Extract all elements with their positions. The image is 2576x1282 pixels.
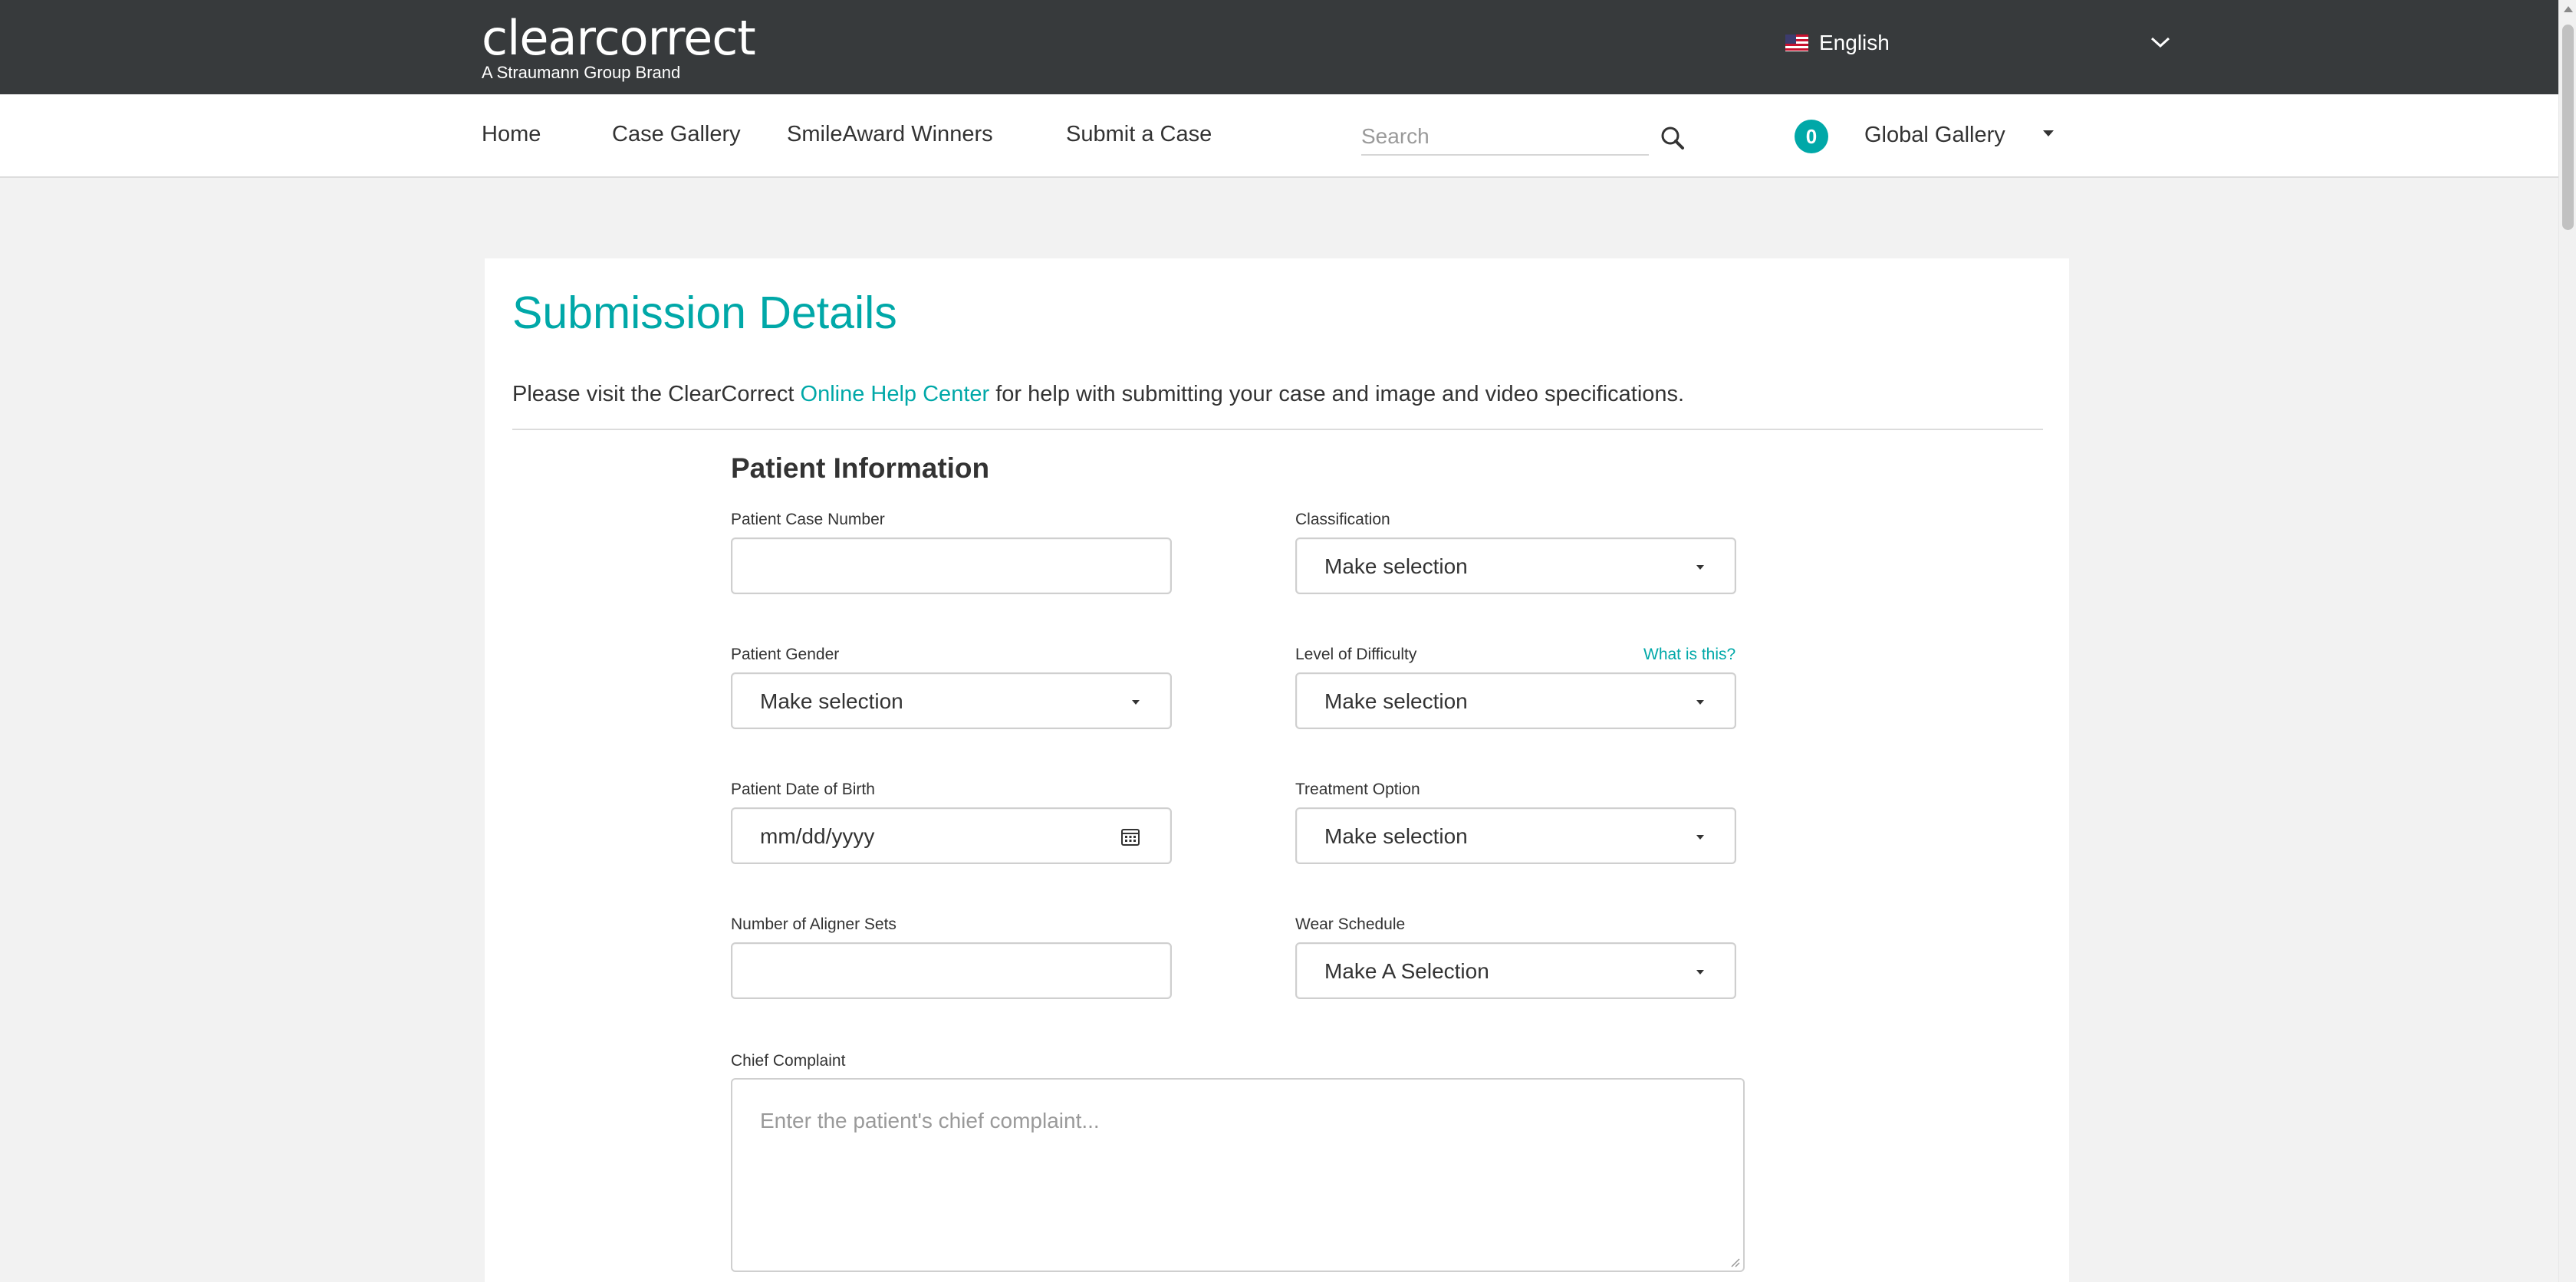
aligner-sets-input[interactable] [732,944,1170,998]
difficulty-value: Make selection [1324,689,1468,713]
search-input[interactable] [1361,122,1637,151]
case-number-field [731,537,1172,594]
classification-select[interactable]: Make selection [1295,537,1736,594]
difficulty-select[interactable]: Make selection [1295,672,1736,729]
main-nav: Home Case Gallery SmileAward Winners Sub… [0,94,2558,178]
scroll-thumb[interactable] [2562,25,2574,230]
case-number-input[interactable] [732,539,1170,593]
aligner-sets-label: Number of Aligner Sets [731,915,897,933]
wear-schedule-label: Wear Schedule [1295,915,1406,933]
chevron-down-icon[interactable] [2147,31,2173,54]
nav-submit-a-case[interactable]: Submit a Case [1066,122,1212,147]
dob-value: mm/dd/yyyy [760,824,875,848]
top-bar: clearcorrect A Straumann Group Brand Eng… [0,0,2558,94]
clearcorrect-logo[interactable]: clearcorrect [482,11,756,66]
us-flag-icon [1785,35,1808,51]
calendar-icon[interactable] [1120,826,1141,847]
logo-tagline: A Straumann Group Brand [482,63,681,82]
search-box [1361,122,1649,156]
intro-text: Please visit the ClearCorrect Online Hel… [512,382,1685,406]
caret-down-icon[interactable] [2043,130,2054,136]
treatment-label: Treatment Option [1295,781,1420,798]
scroll-up-icon[interactable] [2564,6,2573,12]
gender-label: Patient Gender [731,646,840,663]
aligner-sets-field [731,942,1172,999]
section-title: Patient Information [731,452,990,484]
gender-value: Make selection [760,689,903,713]
nav-smileaward-winners[interactable]: SmileAward Winners [787,122,993,147]
classification-value: Make selection [1324,554,1468,578]
wear-schedule-value: Make A Selection [1324,959,1489,983]
chief-complaint-box [731,1078,1745,1272]
caret-down-icon [1696,835,1704,840]
chief-complaint-label: Chief Complaint [731,1052,846,1070]
nav-home[interactable]: Home [482,122,541,147]
treatment-value: Make selection [1324,824,1468,848]
page-scrollbar[interactable] [2558,0,2576,1282]
wear-schedule-select[interactable]: Make A Selection [1295,942,1736,999]
cart-count-badge[interactable]: 0 [1795,120,1828,153]
difficulty-label: Level of Difficulty [1295,646,1417,663]
caret-down-icon [1132,700,1140,705]
dob-label: Patient Date of Birth [731,781,875,798]
gender-select[interactable]: Make selection [731,672,1172,729]
gallery-selector[interactable]: Global Gallery [1864,123,2005,148]
classification-label: Classification [1295,511,1390,528]
language-selector[interactable]: English [1785,31,1890,55]
case-number-label: Patient Case Number [731,511,885,528]
caret-down-icon [1696,970,1704,975]
dob-field[interactable]: mm/dd/yyyy [731,807,1172,864]
treatment-select[interactable]: Make selection [1295,807,1736,864]
caret-down-icon [1696,700,1704,705]
resize-grip-icon[interactable] [1729,1257,1740,1267]
search-icon[interactable] [1659,124,1686,152]
divider [512,429,2043,430]
chief-complaint-textarea[interactable] [732,1080,1743,1270]
online-help-center-link[interactable]: Online Help Center [801,382,990,406]
what-is-this-link[interactable]: What is this? [1643,646,1735,664]
caret-down-icon [1696,565,1704,570]
page-title: Submission Details [512,288,897,338]
nav-case-gallery[interactable]: Case Gallery [612,122,741,147]
language-label: English [1819,31,1890,54]
